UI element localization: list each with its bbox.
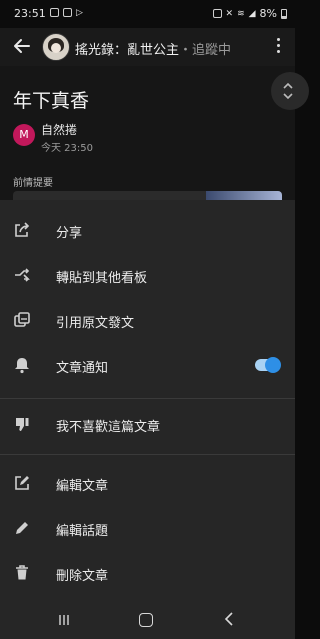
menu-item-label: 文章通知: [56, 361, 109, 376]
status-bar: 23:51 ▷ ✕ ≋ ◢ 8%: [0, 0, 295, 28]
recent-apps-icon[interactable]: [58, 614, 70, 626]
scroll-button[interactable]: [271, 72, 309, 110]
divider: [0, 398, 295, 399]
preview-label: 前情提要: [13, 178, 53, 189]
play-store-icon: ▷: [76, 8, 83, 18]
wifi-icon: ≋: [237, 8, 245, 19]
menu-item-notification[interactable]: 文章通知: [0, 345, 295, 389]
share-icon: [15, 222, 30, 237]
back-icon[interactable]: [224, 612, 234, 626]
menu-item-share[interactable]: 分享: [0, 210, 295, 254]
trash-icon: [16, 565, 28, 580]
board-avatar[interactable]: [42, 33, 70, 61]
menu-item-edit-post[interactable]: 編輯文章: [0, 463, 295, 507]
follow-status: ・追蹤中: [179, 43, 232, 58]
repost-icon: [15, 268, 30, 282]
menu-item-repost[interactable]: 轉貼到其他看板: [0, 255, 295, 299]
home-icon[interactable]: [139, 613, 153, 627]
notification-toggle[interactable]: [255, 357, 281, 373]
system-icons: ✕ ≋ ◢ 8%: [212, 7, 287, 20]
quote-icon: [14, 312, 30, 327]
menu-item-label: 我不喜歡這篇文章: [56, 420, 161, 435]
more-vert-icon[interactable]: [277, 38, 281, 56]
menu-item-label: 編輯話題: [56, 524, 109, 539]
menu-item-delete[interactable]: 刪除文章: [0, 553, 295, 597]
menu-item-quote[interactable]: 引用原文發文: [0, 300, 295, 344]
pencil-icon: [16, 522, 28, 534]
board-title[interactable]: 搖光錄：亂世公主・追蹤中: [75, 39, 231, 58]
up-down-icon: [283, 82, 293, 100]
gallery-icon: [50, 8, 59, 17]
post-title: 年下真香: [13, 90, 90, 112]
board-name: 搖光錄：亂世公主: [75, 43, 180, 58]
menu-item-label: 引用原文發文: [56, 316, 135, 331]
battery-icon: [281, 8, 287, 19]
mute-icon: ✕: [225, 8, 234, 19]
system-nav-bar: [0, 600, 295, 639]
back-arrow-icon[interactable]: [12, 36, 32, 56]
signal-icon: ◢: [248, 8, 256, 19]
thumbs-down-icon: [16, 418, 29, 431]
status-time: 23:51: [14, 7, 46, 20]
alarm-icon: [212, 9, 222, 18]
notification-icons: ▷: [50, 8, 83, 18]
divider: [0, 454, 295, 455]
action-sheet: 分享 轉貼到其他看板 引用原文發文 文章通知 我不喜歡這篇文章 編輯文章 編輯話…: [0, 200, 295, 600]
menu-item-label: 分享: [56, 226, 83, 241]
app-icon: [63, 8, 72, 17]
bell-icon: [15, 358, 29, 374]
app-bar: 搖光錄：亂世公主・追蹤中: [0, 28, 295, 66]
edit-box-icon: [15, 476, 29, 490]
menu-item-label: 編輯文章: [56, 479, 109, 494]
post-time: 今天 23:50: [41, 143, 93, 154]
menu-item-label: 轉貼到其他看板: [56, 271, 148, 286]
menu-item-label: 刪除文章: [56, 569, 109, 584]
menu-item-edit-topic[interactable]: 編輯話題: [0, 508, 295, 552]
menu-item-dislike[interactable]: 我不喜歡這篇文章: [0, 404, 295, 448]
post-content: 年下真香 M 自然捲 今天 23:50 前情提要: [0, 66, 309, 201]
battery-percent: 8%: [259, 7, 277, 20]
author-name[interactable]: 自然捲: [41, 121, 77, 138]
author-avatar[interactable]: M: [13, 124, 35, 146]
